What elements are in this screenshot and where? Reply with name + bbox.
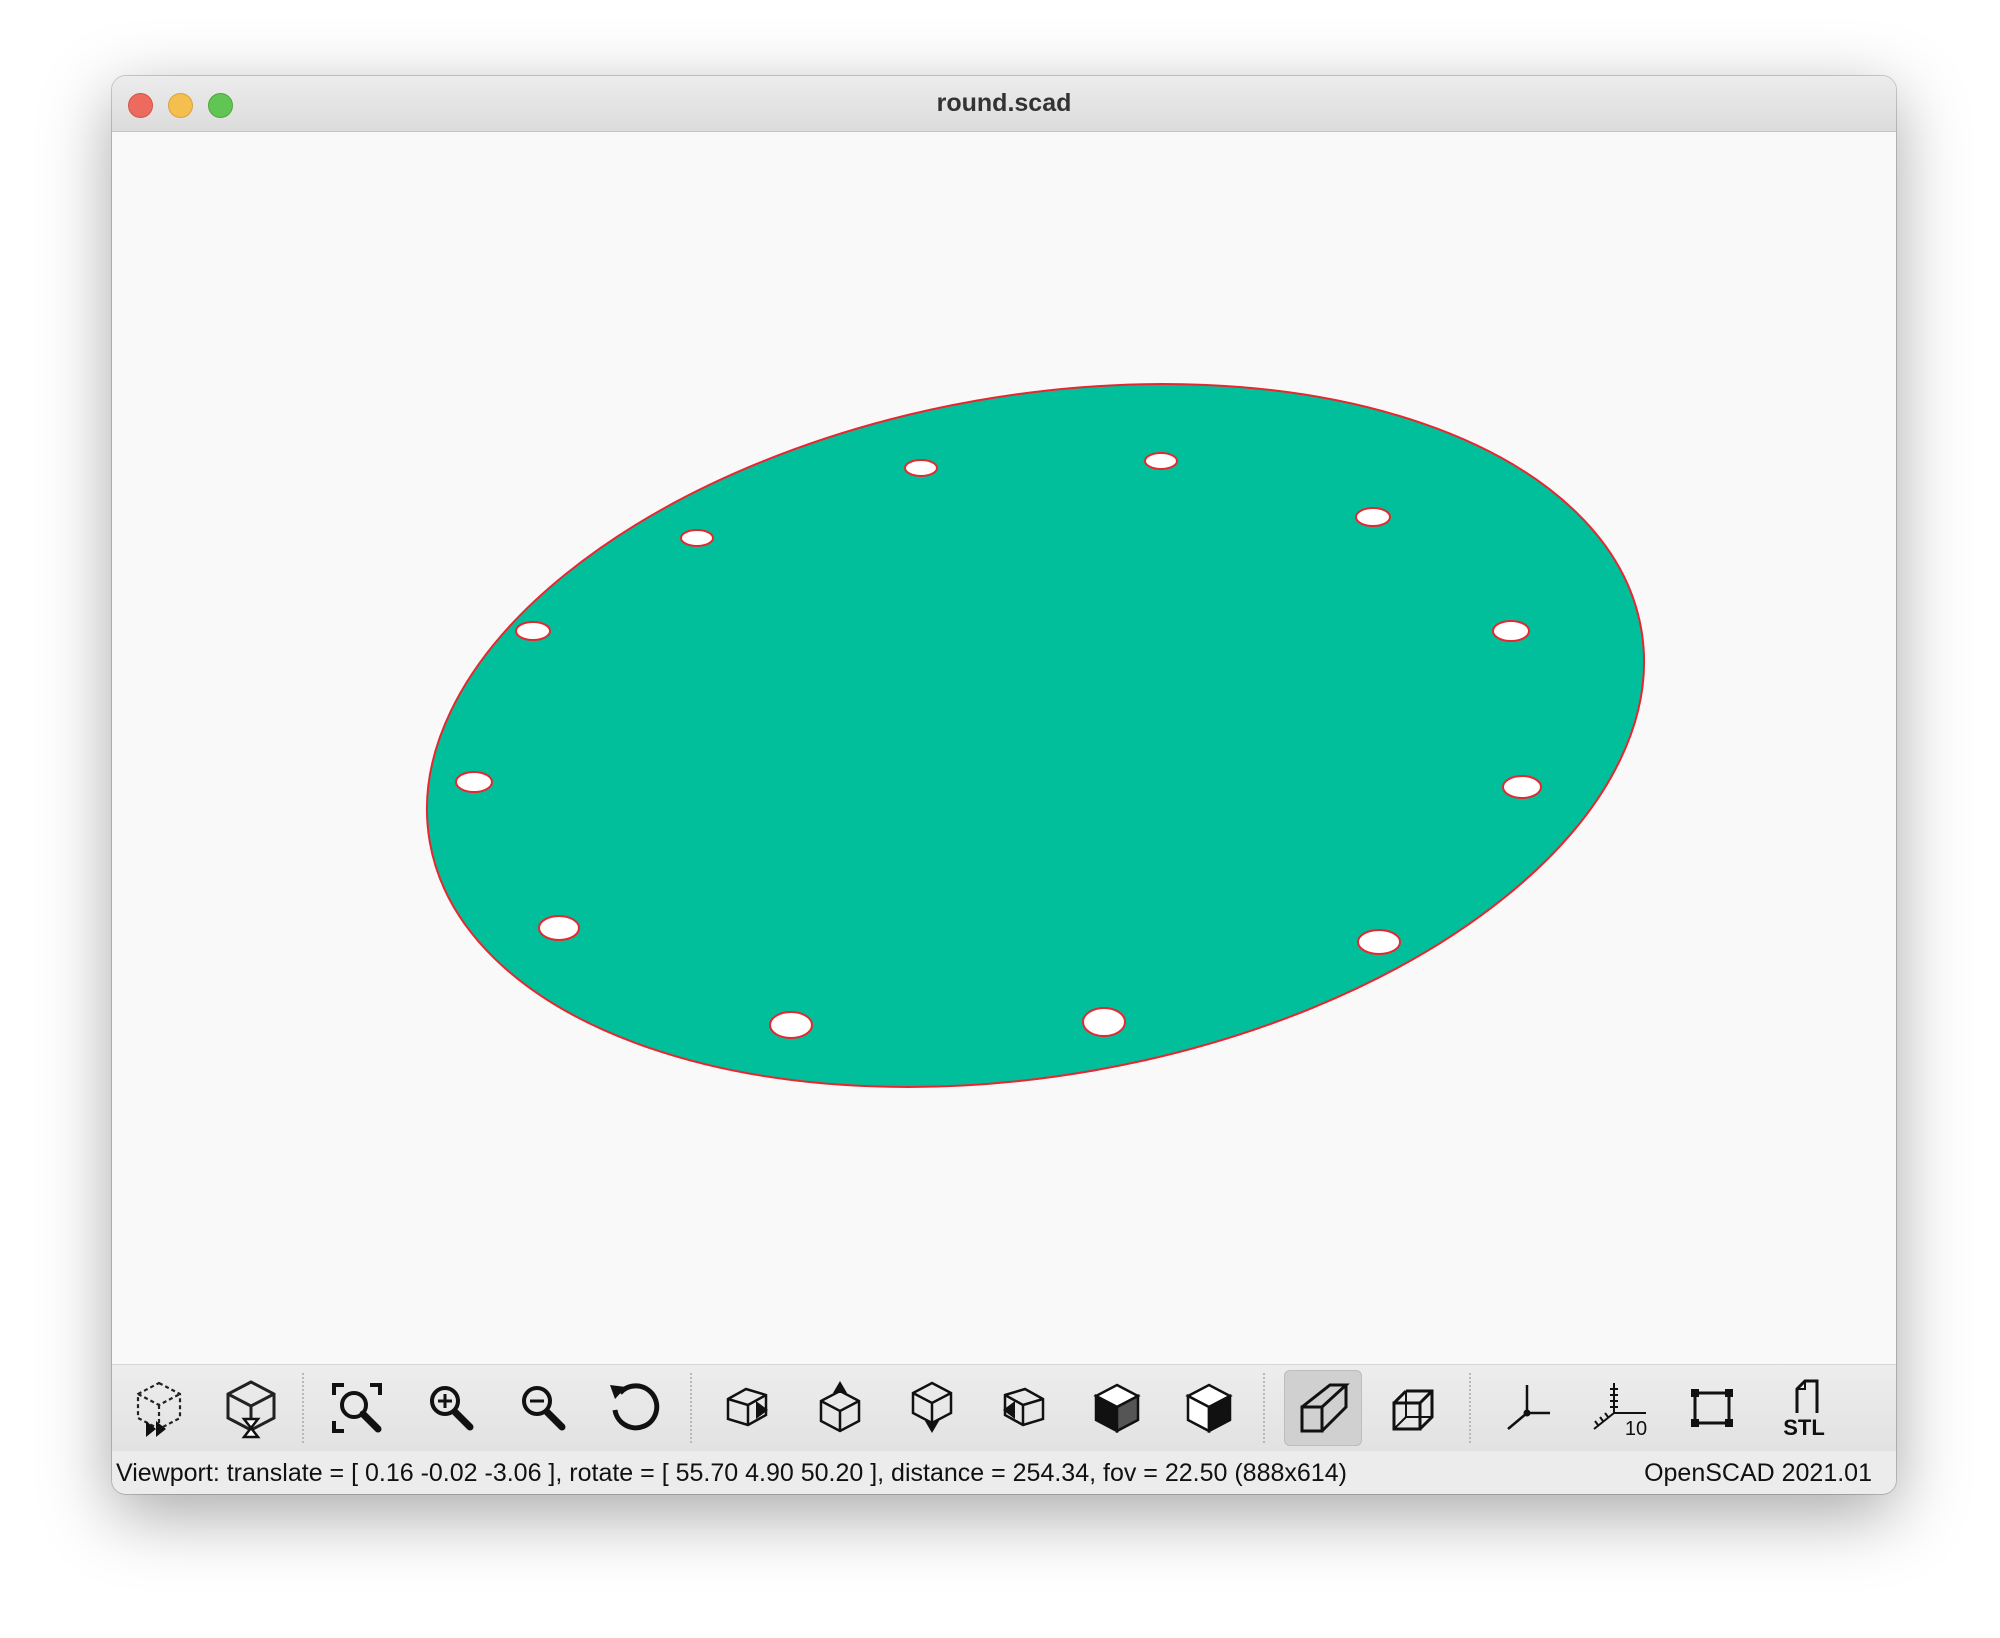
bolt-hole	[538, 915, 580, 941]
round-plate	[425, 383, 1646, 1088]
cube-back-icon	[1185, 1383, 1233, 1434]
stl-icon: STL	[1783, 1379, 1825, 1439]
bolt-hole	[1357, 929, 1401, 955]
show-axes-button[interactable]	[1488, 1370, 1566, 1446]
model-render[interactable]	[112, 132, 1896, 1364]
rotate-ccw-icon	[610, 1383, 660, 1431]
bolt-hole	[455, 771, 493, 793]
preview-button[interactable]	[120, 1370, 198, 1446]
status-bar: Viewport: translate = [ 0.16 -0.02 -3.06…	[112, 1451, 1896, 1494]
cube-front-icon	[1093, 1383, 1141, 1434]
view-right-button[interactable]	[708, 1370, 786, 1446]
bolt-hole	[1144, 452, 1178, 470]
bolt-hole	[680, 529, 714, 547]
bolt-hole	[1355, 507, 1391, 527]
zoom-in-button[interactable]	[412, 1370, 490, 1446]
svg-text:10: 10	[1625, 1418, 1647, 1439]
view-left-button[interactable]	[985, 1370, 1063, 1446]
zoom-fit-icon	[332, 1383, 382, 1433]
bolt-hole	[1492, 620, 1530, 642]
version-label: OpenSCAD 2021.01	[1644, 1459, 1872, 1487]
view-top-button[interactable]	[801, 1370, 879, 1446]
bolt-hole	[769, 1011, 813, 1039]
zoom-out-icon	[522, 1386, 566, 1431]
orthogonal-icon	[1392, 1389, 1434, 1431]
render-button[interactable]	[212, 1370, 290, 1446]
zoom-in-icon	[430, 1386, 474, 1431]
edges-icon	[1691, 1389, 1733, 1427]
cube-hourglass-icon	[226, 1380, 276, 1439]
show-scale-markers-button[interactable]: 10	[1580, 1370, 1658, 1446]
app-window: round.scad 10 STL Viewport: translate = …	[112, 76, 1896, 1494]
perspective-button[interactable]	[1284, 1370, 1362, 1446]
toolbar-separator	[1263, 1373, 1265, 1443]
cube-dashed-fast-forward-icon	[136, 1381, 182, 1437]
viewport-status: Viewport: translate = [ 0.16 -0.02 -3.06…	[116, 1459, 1347, 1487]
svg-text:STL: STL	[1783, 1415, 1825, 1439]
orthogonal-button[interactable]	[1376, 1370, 1454, 1446]
bolt-hole	[904, 459, 938, 477]
bolt-hole	[1082, 1007, 1126, 1037]
view-front-button[interactable]	[1078, 1370, 1156, 1446]
title-bar: round.scad	[112, 76, 1896, 132]
reset-view-button[interactable]	[596, 1370, 674, 1446]
toolbar-separator	[1469, 1373, 1471, 1443]
bolt-hole	[515, 621, 551, 641]
toolbar-separator	[302, 1373, 304, 1443]
perspective-icon	[1300, 1383, 1350, 1433]
cube-left-icon	[1003, 1387, 1045, 1427]
show-edges-button[interactable]	[1673, 1370, 1751, 1446]
export-stl-button[interactable]: STL	[1765, 1370, 1843, 1446]
view-toolbar: 10 STL	[112, 1364, 1896, 1452]
cube-top-icon	[819, 1381, 861, 1433]
toolbar-separator	[690, 1373, 692, 1443]
axes-icon	[1507, 1385, 1550, 1430]
zoom-out-button[interactable]	[504, 1370, 582, 1446]
view-bottom-button[interactable]	[893, 1370, 971, 1446]
bolt-hole	[1502, 775, 1542, 799]
window-title: round.scad	[936, 89, 1072, 117]
scale-markers-icon: 10	[1593, 1383, 1647, 1439]
view-back-button[interactable]	[1170, 1370, 1248, 1446]
cube-bottom-icon	[911, 1381, 953, 1433]
view-all-button[interactable]	[318, 1370, 396, 1446]
cube-right-icon	[726, 1387, 768, 1427]
3d-viewport[interactable]	[112, 132, 1896, 1364]
